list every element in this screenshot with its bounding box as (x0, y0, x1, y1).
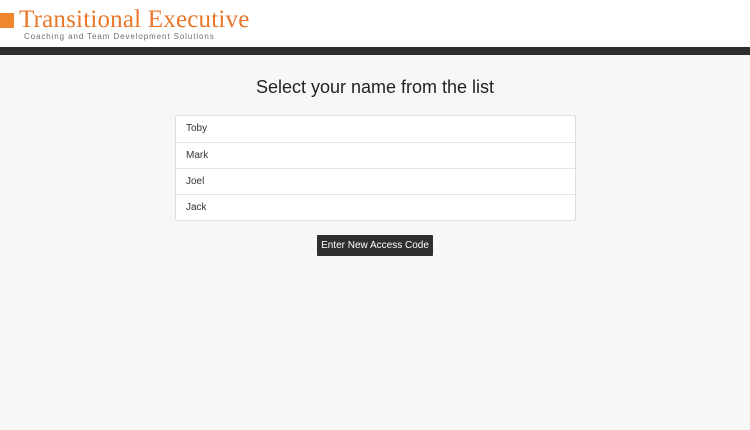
name-list-item-jack[interactable]: Jack (176, 194, 575, 220)
logo-square-icon (0, 13, 14, 28)
page-title: Select your name from the list (255, 77, 495, 97)
enter-new-access-code-button[interactable]: Enter New Access Code (317, 235, 433, 256)
name-list: Toby Mark Joel Jack (175, 115, 576, 221)
brand-tagline: Coaching and Team Development Solutions (24, 32, 215, 41)
name-list-item-mark[interactable]: Mark (176, 142, 575, 168)
header-divider-bar (0, 47, 750, 55)
name-list-item-toby[interactable]: Toby (176, 116, 575, 142)
site-header: Transitional Executive Coaching and Team… (0, 0, 750, 47)
name-list-item-joel[interactable]: Joel (176, 168, 575, 194)
brand-title: Transitional Executive (19, 6, 250, 33)
